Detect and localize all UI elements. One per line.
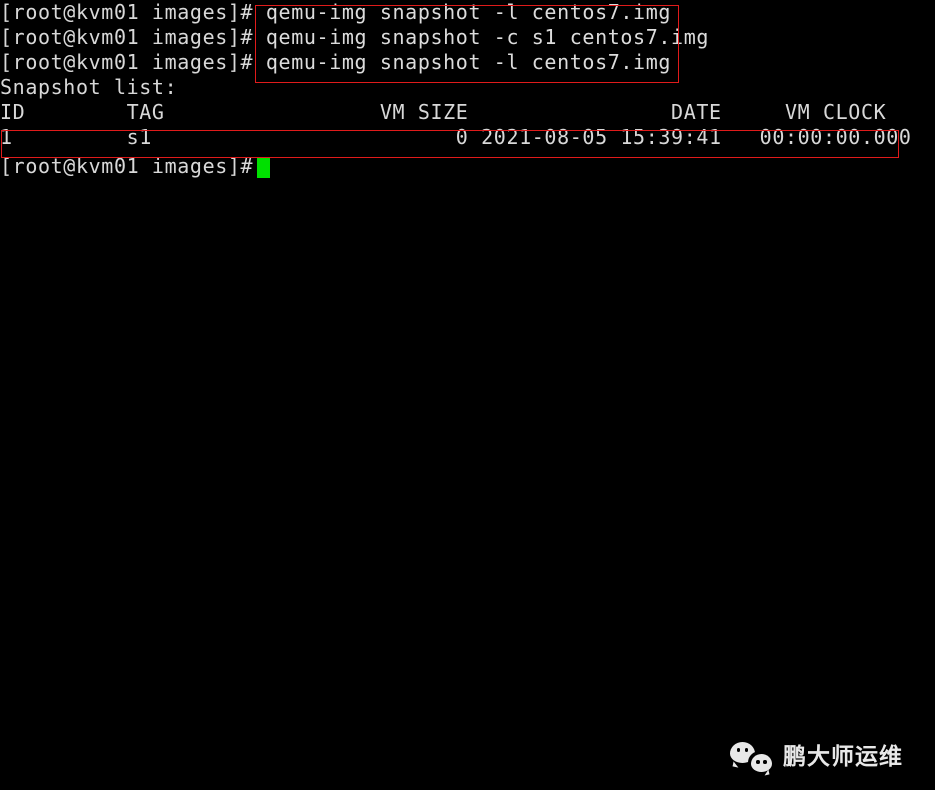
- command-text: qemu-img snapshot -c s1 centos7.img: [265, 25, 710, 49]
- shell-prompt: [root@kvm01 images]#: [0, 154, 266, 178]
- terminal-window[interactable]: [root@kvm01 images]# qemu-img snapshot -…: [0, 0, 935, 790]
- shell-prompt: [root@kvm01 images]#: [0, 25, 266, 49]
- text-cursor: [257, 158, 270, 178]
- wechat-icon: [730, 742, 772, 772]
- watermark-text: 鹏大师运维: [783, 743, 903, 770]
- snapshot-table-header: ID TAG VM SIZE DATE VM CLOCK: [0, 100, 887, 124]
- watermark: 鹏大师运维: [730, 742, 903, 772]
- shell-prompt: [root@kvm01 images]#: [0, 50, 266, 74]
- snapshot-list-title: Snapshot list:: [0, 75, 178, 99]
- command-text: qemu-img snapshot -l centos7.img: [265, 0, 672, 24]
- terminal-line-3: [root@kvm01 images]# qemu-img snapshot -…: [0, 50, 671, 75]
- terminal-line-2: [root@kvm01 images]# qemu-img snapshot -…: [0, 25, 709, 50]
- command-text: qemu-img snapshot -l centos7.img: [265, 50, 672, 74]
- terminal-line-1: [root@kvm01 images]# qemu-img snapshot -…: [0, 0, 671, 25]
- snapshot-table-row: 1 s1 0 2021-08-05 15:39:41 00:00:00.000: [0, 125, 912, 149]
- terminal-line-7: [root@kvm01 images]#: [0, 154, 266, 179]
- shell-prompt: [root@kvm01 images]#: [0, 0, 266, 24]
